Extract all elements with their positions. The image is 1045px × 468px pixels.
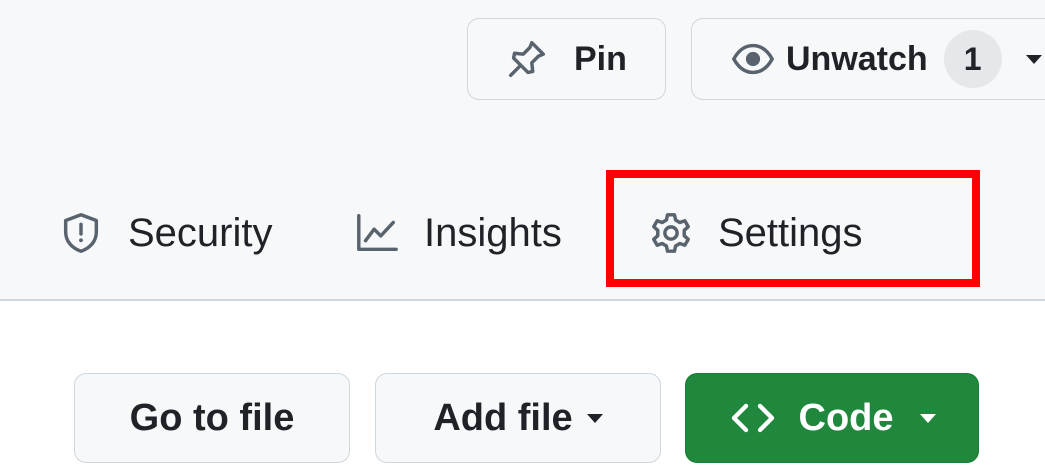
unwatch-button[interactable]: Unwatch 1	[691, 18, 1045, 100]
pin-label: Pin	[574, 39, 627, 78]
graph-icon	[357, 214, 398, 252]
watch-count-badge: 1	[943, 30, 1002, 88]
add-file-label: Add file	[433, 396, 573, 439]
shield-icon	[63, 213, 99, 253]
code-button[interactable]: Code	[685, 373, 979, 463]
pin-icon	[508, 40, 546, 78]
tab-security-label: Security	[128, 210, 273, 255]
chevron-down-icon[interactable]	[1025, 54, 1042, 64]
settings-highlight-box	[606, 170, 980, 287]
pin-button[interactable]: Pin	[467, 18, 666, 100]
code-icon	[731, 403, 774, 433]
code-label: Code	[798, 396, 894, 439]
tab-security[interactable]: Security	[58, 200, 273, 266]
unwatch-label: Unwatch	[786, 39, 928, 78]
go-to-file-button[interactable]: Go to file	[74, 373, 350, 463]
chevron-down-icon	[586, 413, 603, 423]
tab-insights-label: Insights	[424, 210, 562, 255]
chevron-down-icon	[919, 413, 936, 423]
go-to-file-label: Go to file	[129, 396, 295, 439]
add-file-button[interactable]: Add file	[375, 373, 661, 463]
tab-insights[interactable]: Insights	[354, 200, 562, 266]
eye-icon	[731, 43, 775, 75]
